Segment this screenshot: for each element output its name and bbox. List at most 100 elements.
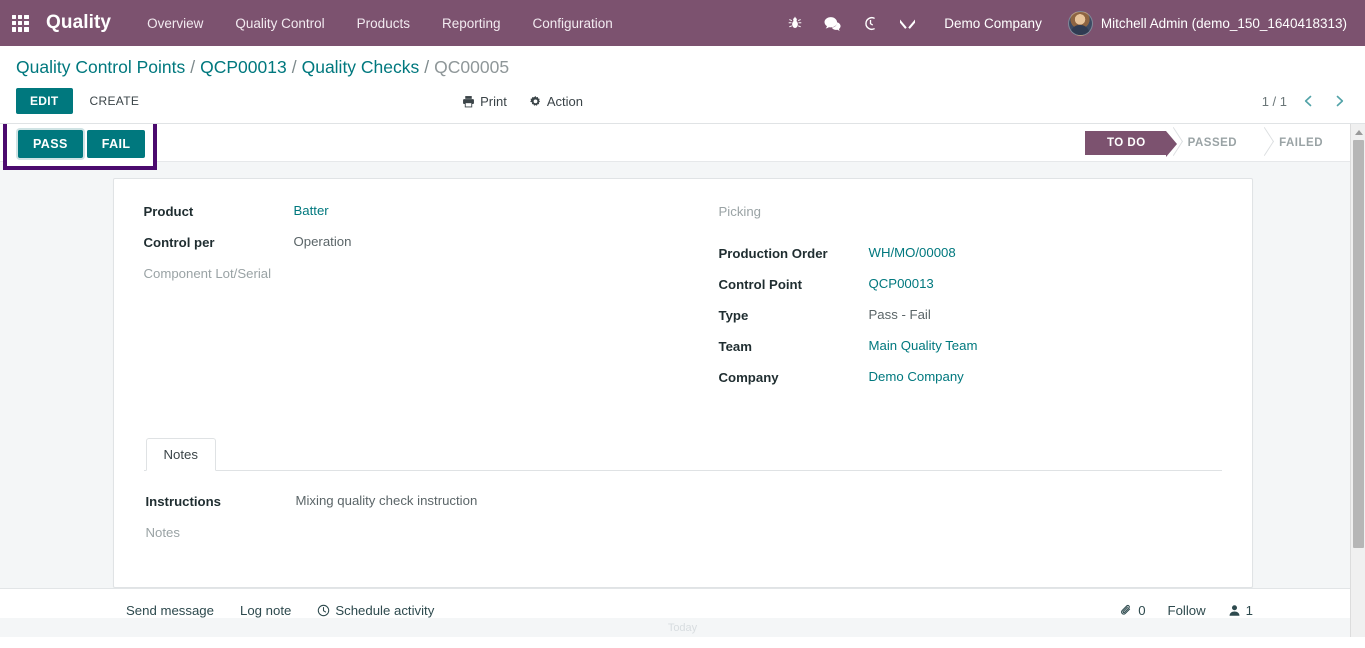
field-value-type[interactable]: Pass - Fail — [869, 307, 931, 322]
vertical-scrollbar[interactable] — [1350, 124, 1365, 637]
button-box-highlight: PASS FAIL — [3, 124, 158, 170]
clock-icon — [317, 604, 330, 617]
field-value-control-per[interactable]: Operation — [294, 234, 352, 249]
pager-count: 1 / 1 — [1261, 93, 1287, 109]
status-todo[interactable]: TO DO — [1084, 130, 1177, 157]
form-group-right: Picking Production Order WH/MO/00008 Con… — [683, 203, 1222, 400]
attachments-button[interactable]: 0 — [1120, 603, 1146, 618]
field-label-picking: Picking — [718, 204, 762, 219]
field-row-notes: Notes — [146, 524, 1220, 543]
field-row-company: Company Demo Company — [719, 369, 1222, 388]
attachment-count: 0 — [1138, 603, 1146, 618]
log-note-button[interactable]: Log note — [240, 603, 291, 618]
breadcrumb-item-quality-control-points[interactable]: Quality Control Points — [16, 57, 185, 77]
top-navbar: Quality Overview Quality Control Product… — [0, 0, 1365, 46]
scroll-up-arrow-icon[interactable] — [1351, 124, 1365, 140]
form-sheet: Product Batter Control per Operation Com… — [112, 178, 1253, 588]
control-panel: Quality Control Points / QCP00013/Quality … — [0, 46, 1365, 123]
user-menu[interactable]: Mitchell Admin (demo_150_1640418313) — [1056, 10, 1355, 36]
send-message-button[interactable]: Send message — [126, 603, 214, 618]
form-groups: Product Batter Control per Operation Com… — [144, 203, 1222, 400]
field-row-production-order: Production Order WH/MO/00008 — [719, 245, 1222, 264]
followers-button[interactable]: 1 — [1228, 603, 1253, 618]
log-note-label: Log note — [239, 603, 292, 618]
printer-icon — [462, 95, 475, 108]
field-row-component-lot-serial: Component Lot/Serial — [144, 265, 683, 284]
scrollbar-thumb[interactable] — [1353, 140, 1364, 548]
field-value-instructions[interactable]: Mixing quality check instruction — [296, 493, 478, 508]
follower-count: 1 — [1245, 603, 1253, 618]
field-row-control-point: Control Point QCP00013 — [719, 276, 1222, 295]
breadcrumb: Quality Control Points / QCP00013/Quality … — [16, 46, 1349, 78]
chatter-topbar-right: 0 Follow 1 — [1120, 603, 1335, 618]
action-dropdown[interactable]: Action — [529, 94, 583, 109]
field-label-control-per: Control per — [143, 235, 215, 250]
pass-button[interactable]: PASS — [18, 130, 83, 158]
user-icon — [1228, 604, 1241, 617]
activities-clock-icon[interactable] — [852, 0, 889, 46]
menu-item-products[interactable]: Products — [341, 0, 426, 46]
field-label-product: Product — [143, 204, 194, 219]
pager: 1 / 1 — [1262, 94, 1349, 109]
breadcrumb-item-qcp00013[interactable]: QCP00013 — [200, 57, 287, 77]
company-switcher[interactable]: Demo Company — [926, 16, 1056, 31]
field-label-control-point: Control Point — [718, 277, 803, 292]
notebook: Notes Instructions Mixing quality check … — [143, 438, 1222, 565]
statusbar: TO DO PASSED FAILED — [1084, 124, 1365, 161]
fail-button[interactable]: FAIL — [86, 130, 146, 158]
notebook-tabs: Notes — [143, 438, 1222, 471]
user-name-label: Mitchell Admin (demo_150_1640418313) — [1100, 15, 1347, 31]
tab-notes[interactable]: Notes — [145, 438, 216, 471]
print-dropdown[interactable]: Print — [462, 94, 507, 109]
print-label: Print — [480, 93, 507, 109]
menu-item-quality-control[interactable]: Quality Control — [219, 0, 340, 46]
menu-item-overview[interactable]: Overview — [131, 0, 219, 46]
control-panel-buttons-row: EDIT CREATE Print Action 1 / 1 — [16, 88, 1349, 123]
field-row-type: Type Pass - Fail — [719, 307, 1222, 326]
breadcrumb-item-quality-checks[interactable]: Quality Checks — [302, 57, 420, 77]
menu-item-configuration[interactable]: Configuration — [517, 0, 629, 46]
schedule-activity-label: Schedule activity — [335, 603, 435, 618]
field-label-production-order: Production Order — [718, 246, 828, 261]
field-row-picking: Picking — [719, 203, 1222, 222]
field-value-product[interactable]: Batter — [294, 203, 329, 218]
messages-icon[interactable] — [813, 0, 852, 46]
field-row-team: Team Main Quality Team — [719, 338, 1222, 357]
control-panel-dropdowns: Print Action — [462, 94, 583, 109]
bug-icon[interactable] — [777, 0, 813, 46]
edit-button[interactable]: EDIT — [16, 88, 73, 114]
form-view-content: PASS FAIL TO DO PASSED FAILED Product Bat… — [0, 123, 1365, 637]
schedule-activity-button[interactable]: Schedule activity — [317, 603, 434, 618]
pager-previous-button[interactable] — [1299, 94, 1318, 108]
app-brand-title[interactable]: Quality — [46, 12, 111, 34]
send-message-label: Send message — [126, 603, 214, 618]
status-passed[interactable]: PASSED — [1165, 130, 1258, 155]
avatar — [1067, 10, 1093, 36]
field-row-control-per: Control per Operation — [144, 234, 683, 253]
form-sheet-wrapper: Product Batter Control per Operation Com… — [0, 162, 1365, 588]
sheet-header-row: PASS FAIL TO DO PASSED FAILED — [0, 124, 1365, 170]
action-label: Action — [546, 93, 584, 109]
create-button[interactable]: CREATE — [77, 88, 153, 114]
notebook-pane-notes: Instructions Mixing quality check instru… — [144, 471, 1222, 565]
field-value-control-point[interactable]: QCP00013 — [869, 276, 934, 291]
status-failed[interactable]: FAILED — [1257, 130, 1343, 155]
chatter-actions: Send message Log note Schedule activity — [126, 603, 434, 618]
pager-next-button[interactable] — [1330, 94, 1349, 108]
chatter-date-divider: Today — [667, 622, 698, 634]
field-row-instructions: Instructions Mixing quality check instru… — [146, 493, 1220, 512]
paperclip-icon — [1120, 604, 1133, 617]
field-value-team[interactable]: Main Quality Team — [869, 338, 978, 353]
grid-apps-icon — [11, 14, 29, 32]
menu-item-reporting[interactable]: Reporting — [426, 0, 517, 46]
field-value-company[interactable]: Demo Company — [869, 369, 964, 384]
apps-menu-button[interactable] — [0, 0, 40, 46]
field-label-team: Team — [718, 339, 752, 354]
field-row-product: Product Batter — [144, 203, 683, 222]
follow-button[interactable]: Follow — [1168, 603, 1206, 618]
field-value-production-order[interactable]: WH/MO/00008 — [869, 245, 956, 260]
gear-icon — [529, 95, 542, 108]
field-label-type: Type — [718, 308, 749, 323]
follow-label: Follow — [1167, 603, 1206, 618]
developer-tools-icon[interactable] — [889, 0, 926, 46]
